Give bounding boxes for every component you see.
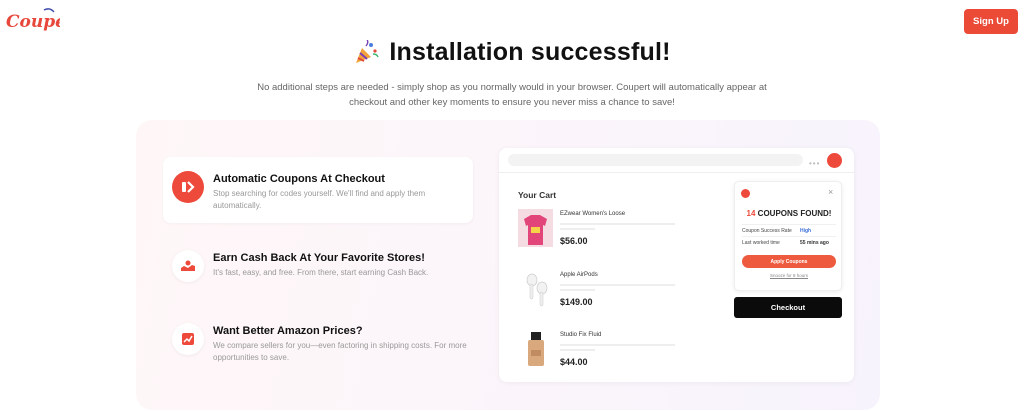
success-rate-row: Coupon Success Rate High (742, 224, 836, 236)
item-price: $44.00 (560, 357, 588, 367)
feature-title: Want Better Amazon Prices? (213, 325, 363, 337)
cart-item: Studio Fix Fluid $44.00 (518, 330, 688, 372)
mock-url-bar (508, 154, 803, 166)
page-title: Installation successful! (389, 38, 671, 66)
last-worked-value: 55 mins ago (800, 239, 829, 246)
item-name: Studio Fix Fluid (560, 332, 602, 338)
coupert-logo[interactable]: Coupert (4, 6, 83, 36)
placeholder-line (560, 284, 675, 286)
last-worked-label: Last worked time (742, 239, 780, 246)
coupert-extension-icon (827, 153, 842, 168)
features-panel: Automatic Coupons At Checkout Stop searc… (136, 120, 880, 410)
feature-description: It's fast, easy, and free. From there, s… (213, 268, 429, 277)
cart-title: Your Cart (518, 190, 557, 200)
sign-up-button[interactable]: Sign Up (964, 9, 1018, 34)
page-subtitle: No additional steps are needed - simply … (257, 82, 767, 108)
feature-description: We compare sellers for you—even factorin… (213, 341, 467, 362)
cart-item: EZwear Women's Loose $56.00 (518, 209, 688, 251)
placeholder-line (560, 289, 595, 291)
last-worked-row: Last worked time 55 mins ago (742, 236, 836, 248)
item-price: $56.00 (560, 236, 588, 246)
placeholder-line (560, 223, 675, 225)
cart-item: Apple AirPods $149.00 (518, 270, 688, 312)
feature-title: Earn Cash Back At Your Favorite Stores! (213, 252, 425, 264)
coupons-found-text: COUPONS FOUND! (757, 209, 832, 218)
placeholder-line (560, 344, 675, 346)
divider (499, 172, 854, 173)
cashback-icon (172, 250, 204, 282)
close-icon: × (828, 187, 834, 197)
placeholder-line (560, 228, 595, 230)
item-price: $149.00 (560, 297, 593, 307)
logo-mark: Coupert (6, 8, 83, 32)
product-image-foundation (518, 330, 553, 368)
hero-title-row: Installation successful! (0, 38, 1024, 67)
page: Coupert Sign Up Installation successful!… (0, 0, 1024, 411)
party-popper-icon (356, 39, 380, 63)
product-image-shirt (518, 209, 553, 247)
coupon-popup: × 14 COUPONS FOUND! Coupon Success Rate … (734, 181, 842, 291)
feature-automatic-coupons[interactable]: Automatic Coupons At Checkout Stop searc… (163, 157, 473, 223)
item-name: Apple AirPods (560, 272, 598, 278)
feature-title: Automatic Coupons At Checkout (213, 173, 385, 185)
trend-icon (172, 323, 204, 355)
coupon-count: 14 (746, 209, 756, 218)
apply-coupons-button: Apply Coupons (742, 255, 836, 268)
mock-menu-dots: ••• (809, 159, 821, 168)
success-rate-value: High (800, 227, 812, 234)
logo-text: Coupert (6, 12, 60, 32)
snooze-link: Snooze for 8 hours (769, 273, 809, 278)
success-rate-label: Coupon Success Rate (742, 227, 792, 234)
mock-browser-window: ••• Your Cart EZwear Women's Loose $56.0… (499, 148, 854, 382)
feature-cash-back[interactable]: Earn Cash Back At Your Favorite Stores! … (163, 250, 473, 290)
coupons-found-title: 14 COUPONS FOUND! (735, 209, 843, 218)
item-name: EZwear Women's Loose (560, 211, 626, 217)
placeholder-line (560, 349, 595, 351)
coupert-popup-logo-icon (741, 189, 750, 198)
feature-amazon-prices[interactable]: Want Better Amazon Prices? We compare se… (163, 323, 473, 373)
coupon-icon (172, 171, 204, 203)
product-image-airpods (518, 270, 553, 308)
checkout-button: Checkout (734, 297, 842, 318)
feature-description: Stop searching for codes yourself. We'll… (213, 189, 426, 210)
